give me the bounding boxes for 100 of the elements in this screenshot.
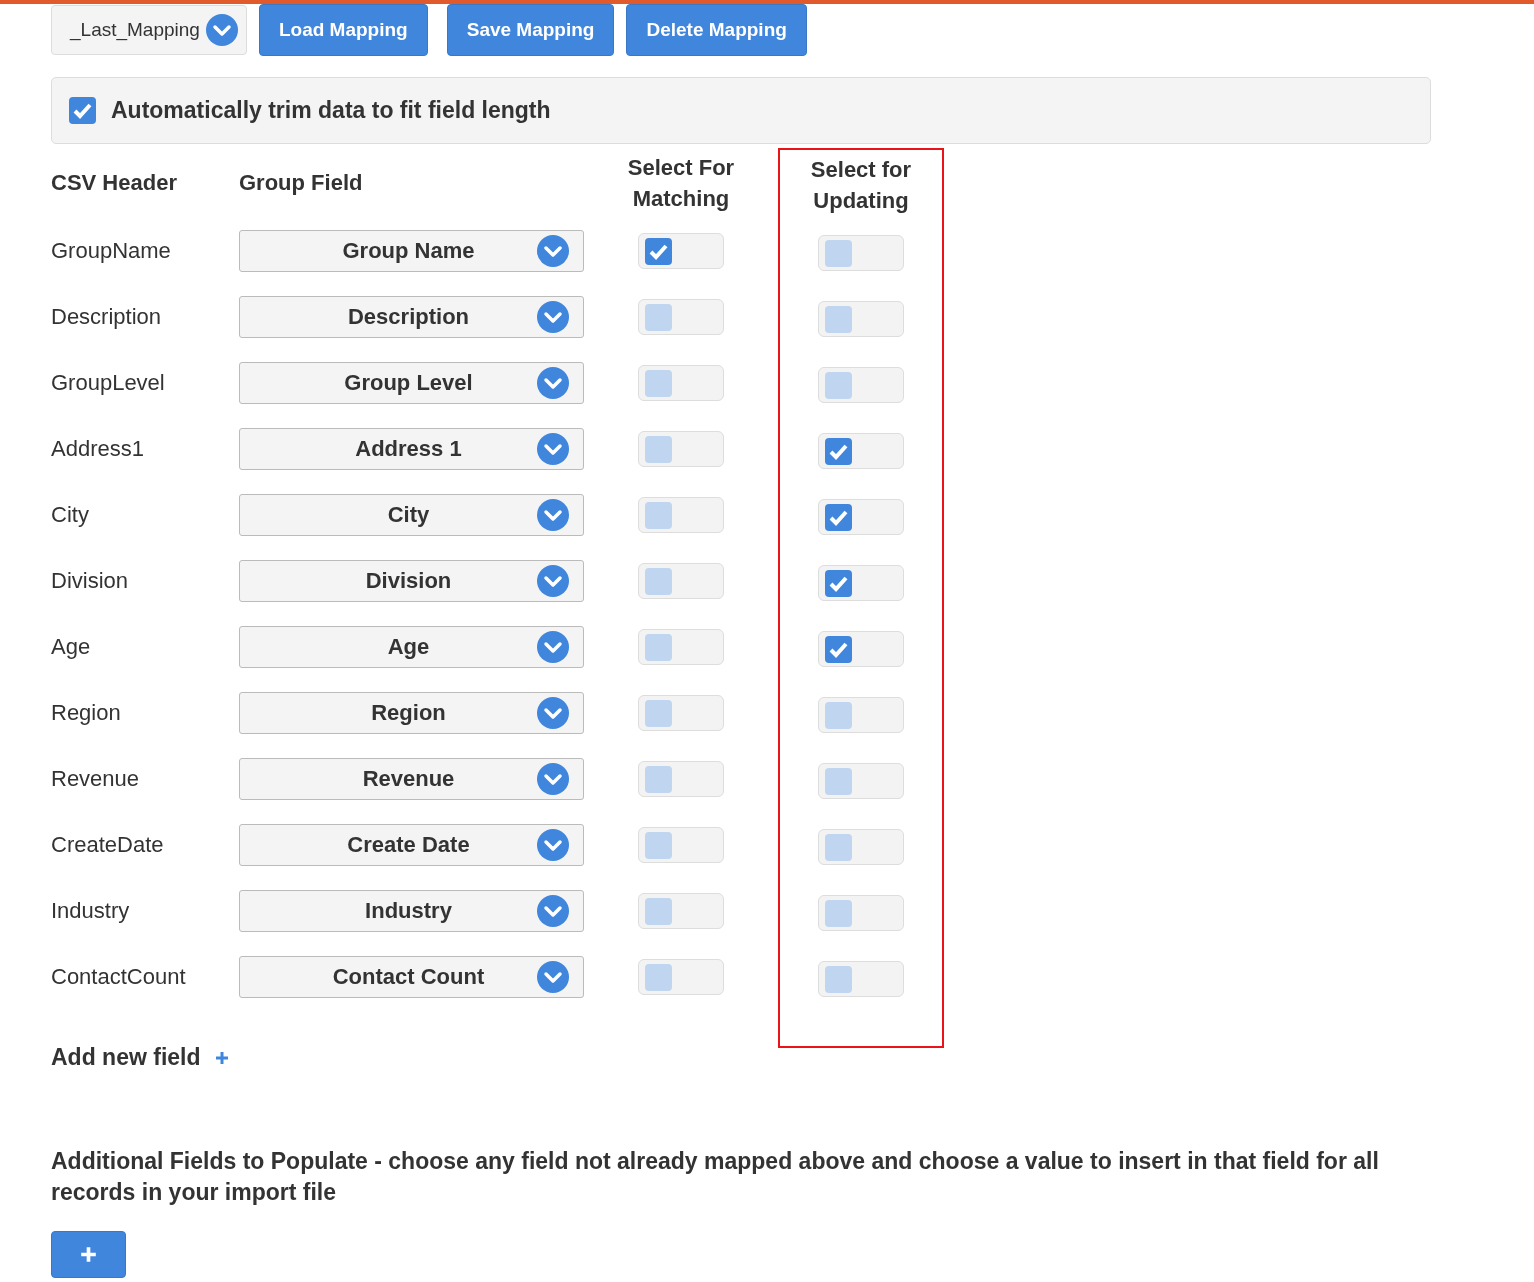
updating-toggle[interactable]: [818, 763, 904, 799]
csv-header-cell: Region: [51, 700, 121, 726]
column-header: CSV Header: [51, 170, 177, 196]
mapping-select[interactable]: _Last_Mapping: [51, 5, 247, 55]
csv-header-cell: Description: [51, 304, 162, 330]
chevron-down-icon: [537, 631, 569, 663]
chevron-down-icon: [537, 499, 569, 531]
additional-fields-text: Additional Fields to Populate - choose any field not already mapped above and choose a value to insert in that field for all records in your import file: [51, 1147, 1380, 1207]
updating-toggle[interactable]: [818, 235, 904, 271]
group-field-dropdown[interactable]: Industry: [239, 890, 584, 932]
chevron-down-icon: [537, 367, 569, 399]
chevron-down-icon: [537, 301, 569, 333]
updating-toggle[interactable]: [818, 565, 904, 601]
checkbox[interactable]: [645, 963, 672, 991]
checkbox[interactable]: [825, 899, 852, 927]
group-field-dropdown[interactable]: Description: [239, 296, 584, 338]
checkbox[interactable]: [825, 965, 852, 993]
group-field-dropdown[interactable]: City: [239, 494, 584, 536]
checkbox[interactable]: [645, 369, 672, 397]
matching-toggle[interactable]: [638, 497, 724, 533]
chevron-down-icon: [205, 14, 238, 46]
group-field-dropdown[interactable]: Group Name: [239, 230, 584, 272]
checkbox[interactable]: [825, 635, 852, 663]
trim-option-label: Automatically trim data to fit field length: [111, 97, 551, 124]
csv-header-cell: Industry: [51, 898, 130, 924]
checkbox[interactable]: [825, 503, 852, 531]
mapping-button[interactable]: Save Mapping: [446, 4, 615, 56]
mapping-button[interactable]: Load Mapping: [258, 4, 428, 56]
plus-icon: [80, 1246, 97, 1263]
checkbox[interactable]: [645, 567, 672, 595]
updating-toggle[interactable]: [818, 829, 904, 865]
checkbox[interactable]: [825, 239, 852, 267]
csv-header-cell: GroupLevel: [51, 370, 165, 396]
group-field-dropdown[interactable]: Create Date: [239, 824, 584, 866]
csv-header-cell: Age: [51, 634, 91, 660]
checkbox[interactable]: [645, 897, 672, 925]
csv-header-cell: CreateDate: [51, 832, 164, 858]
chevron-down-icon: [537, 763, 569, 795]
add-field-label[interactable]: Add new field: [51, 1044, 201, 1071]
csv-header-cell: City: [51, 502, 89, 528]
checkbox[interactable]: [645, 237, 672, 265]
chevron-down-icon: [537, 829, 569, 861]
matching-toggle[interactable]: [638, 959, 724, 995]
matching-toggle[interactable]: [638, 431, 724, 467]
checkbox[interactable]: [825, 767, 852, 795]
checkbox[interactable]: [645, 831, 672, 859]
chevron-down-icon: [537, 895, 569, 927]
group-field-dropdown[interactable]: Address 1: [239, 428, 584, 470]
csv-header-cell: Revenue: [51, 766, 140, 792]
csv-header-cell: GroupName: [51, 238, 171, 264]
checkbox[interactable]: [825, 833, 852, 861]
checkbox[interactable]: [645, 765, 672, 793]
matching-toggle[interactable]: [638, 761, 724, 797]
checkbox[interactable]: [825, 569, 852, 597]
matching-toggle[interactable]: [638, 299, 724, 335]
group-field-dropdown[interactable]: Revenue: [239, 758, 584, 800]
matching-toggle[interactable]: [638, 893, 724, 929]
updating-toggle[interactable]: [818, 961, 904, 997]
column-header: Select For Matching: [626, 154, 736, 213]
updating-toggle[interactable]: [818, 895, 904, 931]
checkbox[interactable]: [645, 435, 672, 463]
matching-toggle[interactable]: [638, 827, 724, 863]
plus-icon[interactable]: [214, 1050, 229, 1065]
checkbox[interactable]: [645, 501, 672, 529]
chevron-down-icon: [537, 235, 569, 267]
matching-toggle[interactable]: [638, 365, 724, 401]
updating-toggle[interactable]: [818, 499, 904, 535]
group-field-dropdown[interactable]: Group Level: [239, 362, 584, 404]
matching-toggle[interactable]: [638, 629, 724, 665]
checkbox[interactable]: [825, 437, 852, 465]
matching-toggle[interactable]: [638, 563, 724, 599]
chevron-down-icon: [537, 565, 569, 597]
checkbox[interactable]: [645, 699, 672, 727]
csv-header-cell: Address1: [51, 436, 144, 462]
updating-toggle[interactable]: [818, 697, 904, 733]
matching-toggle[interactable]: [638, 695, 724, 731]
checkbox[interactable]: [645, 633, 672, 661]
column-header: Group Field: [239, 170, 363, 196]
updating-toggle[interactable]: [818, 367, 904, 403]
checkbox[interactable]: [825, 305, 852, 333]
group-field-dropdown[interactable]: Contact Count: [239, 956, 584, 998]
checkbox[interactable]: [69, 97, 96, 124]
updating-toggle[interactable]: [818, 433, 904, 469]
matching-toggle[interactable]: [638, 233, 724, 269]
updating-toggle[interactable]: [818, 301, 904, 337]
group-field-dropdown[interactable]: Region: [239, 692, 584, 734]
checkbox[interactable]: [825, 701, 852, 729]
updating-toggle[interactable]: [818, 631, 904, 667]
checkbox[interactable]: [825, 371, 852, 399]
group-field-dropdown[interactable]: Division: [239, 560, 584, 602]
chevron-down-icon: [537, 433, 569, 465]
add-button[interactable]: [51, 1231, 126, 1278]
chevron-down-icon: [537, 961, 569, 993]
csv-header-cell: ContactCount: [51, 964, 186, 990]
csv-header-cell: Division: [51, 568, 129, 594]
chevron-down-icon: [537, 697, 569, 729]
column-header: Select for Updating: [809, 156, 913, 215]
group-field-dropdown[interactable]: Age: [239, 626, 584, 668]
mapping-button[interactable]: Delete Mapping: [626, 4, 807, 56]
checkbox[interactable]: [645, 303, 672, 331]
